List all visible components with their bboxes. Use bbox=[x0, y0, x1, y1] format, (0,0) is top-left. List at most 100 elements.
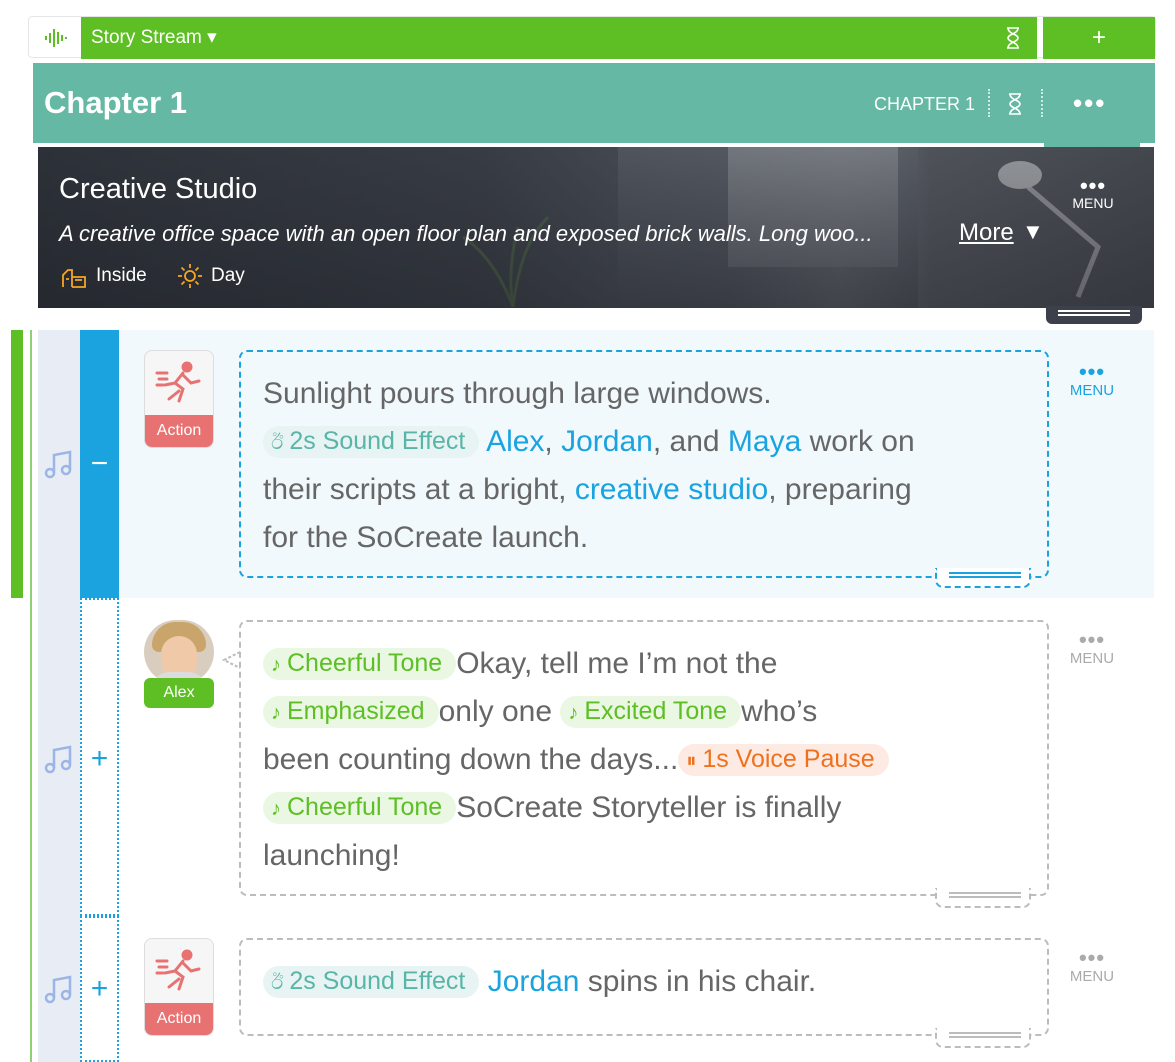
menu-dots-icon: ••• bbox=[1079, 173, 1107, 198]
text-run: who’s bbox=[741, 695, 818, 728]
story-editor: Story Stream ▾ + Chapter 1 CHAPTER 1 ••• bbox=[0, 0, 1175, 1062]
dialogue-text-card[interactable]: ♪ Cheerful Tone Okay, tell me I’m not the … bbox=[239, 620, 1049, 896]
pause-icon: ⏸ bbox=[686, 750, 697, 772]
text-run: only one bbox=[438, 695, 553, 728]
text-run: , and bbox=[652, 425, 720, 458]
music-note-icon[interactable] bbox=[44, 449, 74, 479]
action-text-card[interactable]: ඊ 2s Sound Effect Jordan spins in his cha… bbox=[239, 938, 1049, 1036]
collapse-toggle[interactable]: − bbox=[80, 449, 119, 479]
text-run: Okay, tell me I’m not the bbox=[456, 647, 778, 680]
emphasis-label: Emphasized bbox=[287, 697, 425, 725]
action-line-4: for the SoCreate launch. bbox=[263, 521, 589, 554]
chapter-menu-button[interactable]: ••• bbox=[1073, 88, 1106, 119]
character-link-alex[interactable]: Alex bbox=[486, 425, 544, 458]
action-line-1: ඊ 2s Sound Effect Jordan spins in his cha… bbox=[263, 958, 1025, 1006]
tone-tag[interactable]: ♪ Cheerful Tone bbox=[263, 648, 457, 680]
action-line-1: Sunlight pours through large windows. bbox=[263, 377, 772, 410]
divider bbox=[988, 89, 990, 117]
block-drag-handle[interactable] bbox=[935, 888, 1031, 908]
expand-toggle[interactable]: + bbox=[80, 974, 119, 1004]
dialogue-line-4: ♪ Cheerful Tone SoCreate Storyteller is fi… bbox=[263, 784, 1025, 832]
tone-tag[interactable]: ♪ Excited Tone bbox=[560, 696, 742, 728]
location-link[interactable]: creative studio bbox=[575, 473, 768, 506]
block-menu-button[interactable]: ••• MENU bbox=[1062, 359, 1122, 400]
menu-dots-icon: ••• bbox=[1078, 627, 1106, 652]
story-stream-bar: Story Stream ▾ + bbox=[28, 16, 1156, 59]
stream-line bbox=[30, 330, 32, 1062]
tone-icon: ♪ bbox=[271, 798, 281, 820]
action-type-badge[interactable]: Action bbox=[144, 350, 214, 448]
more-arrow-icon[interactable]: ▼ bbox=[1022, 219, 1044, 245]
dialogue-line-2: ♪ Emphasized only one ♪ Excited Tone who’s bbox=[263, 688, 1025, 736]
divider bbox=[1041, 89, 1043, 117]
text-run: their scripts at a bright, bbox=[263, 473, 567, 506]
audio-wave-icon[interactable] bbox=[43, 27, 69, 49]
dialogue-line-3: been counting down the days... ⏸ 1s Voice … bbox=[263, 736, 1025, 784]
voice-pause-tag[interactable]: ⏸ 1s Voice Pause bbox=[678, 744, 889, 776]
hourglass-icon[interactable] bbox=[1007, 93, 1023, 115]
chapter-header: Chapter 1 CHAPTER 1 ••• bbox=[33, 63, 1155, 143]
character-name-label: Alex bbox=[144, 678, 214, 708]
running-man-icon bbox=[155, 361, 201, 403]
action-block: Action ඊ 2s Sound Effect Jordan spins in … bbox=[119, 916, 1154, 1062]
avatar-photo bbox=[144, 620, 214, 684]
scene-menu-button[interactable]: ••• MENU bbox=[1068, 173, 1118, 212]
music-note-icon[interactable] bbox=[44, 974, 74, 1004]
sun-icon bbox=[178, 264, 202, 288]
inside-icon bbox=[62, 269, 86, 288]
location-tag[interactable]: Inside bbox=[96, 265, 147, 287]
menu-label: MENU bbox=[1069, 382, 1115, 399]
story-stream-dropdown[interactable]: Story Stream ▾ bbox=[81, 17, 1037, 59]
text-run: SoCreate Storyteller is finally bbox=[456, 791, 842, 824]
action-label: Action bbox=[145, 415, 213, 447]
menu-label: MENU bbox=[1069, 650, 1115, 667]
hourglass-icon[interactable] bbox=[1005, 27, 1021, 49]
menu-label: MENU bbox=[1072, 195, 1114, 211]
tone-icon: ♪ bbox=[271, 654, 281, 676]
scene-name[interactable]: Creative Studio bbox=[59, 173, 257, 206]
menu-dots-icon: ••• bbox=[1078, 359, 1106, 384]
chapter-title[interactable]: Chapter 1 bbox=[44, 85, 187, 121]
block-drag-handle[interactable] bbox=[935, 1028, 1031, 1048]
tone-icon: ♪ bbox=[271, 702, 281, 724]
more-link[interactable]: More bbox=[959, 219, 1014, 247]
tone-label: Cheerful Tone bbox=[287, 649, 443, 677]
dialogue-block: Alex ♪ Cheerful Tone Okay, tell me I’m not… bbox=[119, 598, 1154, 916]
character-link-jordan[interactable]: Jordan bbox=[488, 965, 580, 998]
character-avatar[interactable]: Alex bbox=[144, 620, 214, 708]
emphasis-tag[interactable]: ♪ Emphasized bbox=[263, 696, 439, 728]
character-link-jordan[interactable]: Jordan bbox=[561, 425, 653, 458]
pause-label: 1s Voice Pause bbox=[702, 745, 875, 773]
chapter-label: CHAPTER 1 bbox=[874, 94, 976, 114]
text-run: , bbox=[544, 425, 553, 458]
action-label: Action bbox=[145, 1003, 213, 1035]
menu-dots-icon: ••• bbox=[1078, 945, 1106, 970]
dialogue-line-1: ♪ Cheerful Tone Okay, tell me I’m not the bbox=[263, 640, 1025, 688]
scene-description: A creative office space with an open flo… bbox=[59, 221, 873, 246]
expand-toggle[interactable]: + bbox=[80, 744, 119, 774]
sound-effect-label: 2s Sound Effect bbox=[289, 427, 466, 455]
scene-drag-handle[interactable] bbox=[1046, 306, 1142, 324]
sound-effect-tag[interactable]: ඊ 2s Sound Effect bbox=[263, 426, 480, 458]
tone-label: Excited Tone bbox=[584, 697, 728, 725]
action-type-badge[interactable]: Action bbox=[144, 938, 214, 1036]
time-tag[interactable]: Day bbox=[211, 265, 245, 287]
block-menu-button[interactable]: ••• MENU bbox=[1062, 945, 1122, 986]
stream-indicator bbox=[11, 330, 23, 598]
block-menu-button[interactable]: ••• MENU bbox=[1062, 627, 1122, 668]
menu-label: MENU bbox=[1069, 968, 1115, 985]
music-note-icon[interactable] bbox=[44, 744, 74, 774]
add-stream-button[interactable]: + bbox=[1043, 17, 1155, 59]
block-drag-handle[interactable] bbox=[935, 568, 1031, 588]
character-link-maya[interactable]: Maya bbox=[728, 425, 801, 458]
action-line-2: ඊ 2s Sound Effect Alex, Jordan, and Maya … bbox=[263, 418, 1025, 466]
timer-icon: ඊ bbox=[271, 432, 284, 454]
text-run: spins in his chair. bbox=[587, 965, 817, 998]
scene-header[interactable]: Creative Studio A creative office space … bbox=[38, 147, 1154, 308]
tone-tag[interactable]: ♪ Cheerful Tone bbox=[263, 792, 457, 824]
action-text-card[interactable]: Sunlight pours through large windows. ඊ2… bbox=[239, 350, 1049, 578]
dialogue-line-5: launching! bbox=[263, 839, 400, 872]
tone-icon: ♪ bbox=[568, 702, 579, 724]
text-run: been counting down the days... bbox=[263, 743, 679, 776]
sound-effect-tag[interactable]: ඊ 2s Sound Effect bbox=[263, 966, 480, 998]
